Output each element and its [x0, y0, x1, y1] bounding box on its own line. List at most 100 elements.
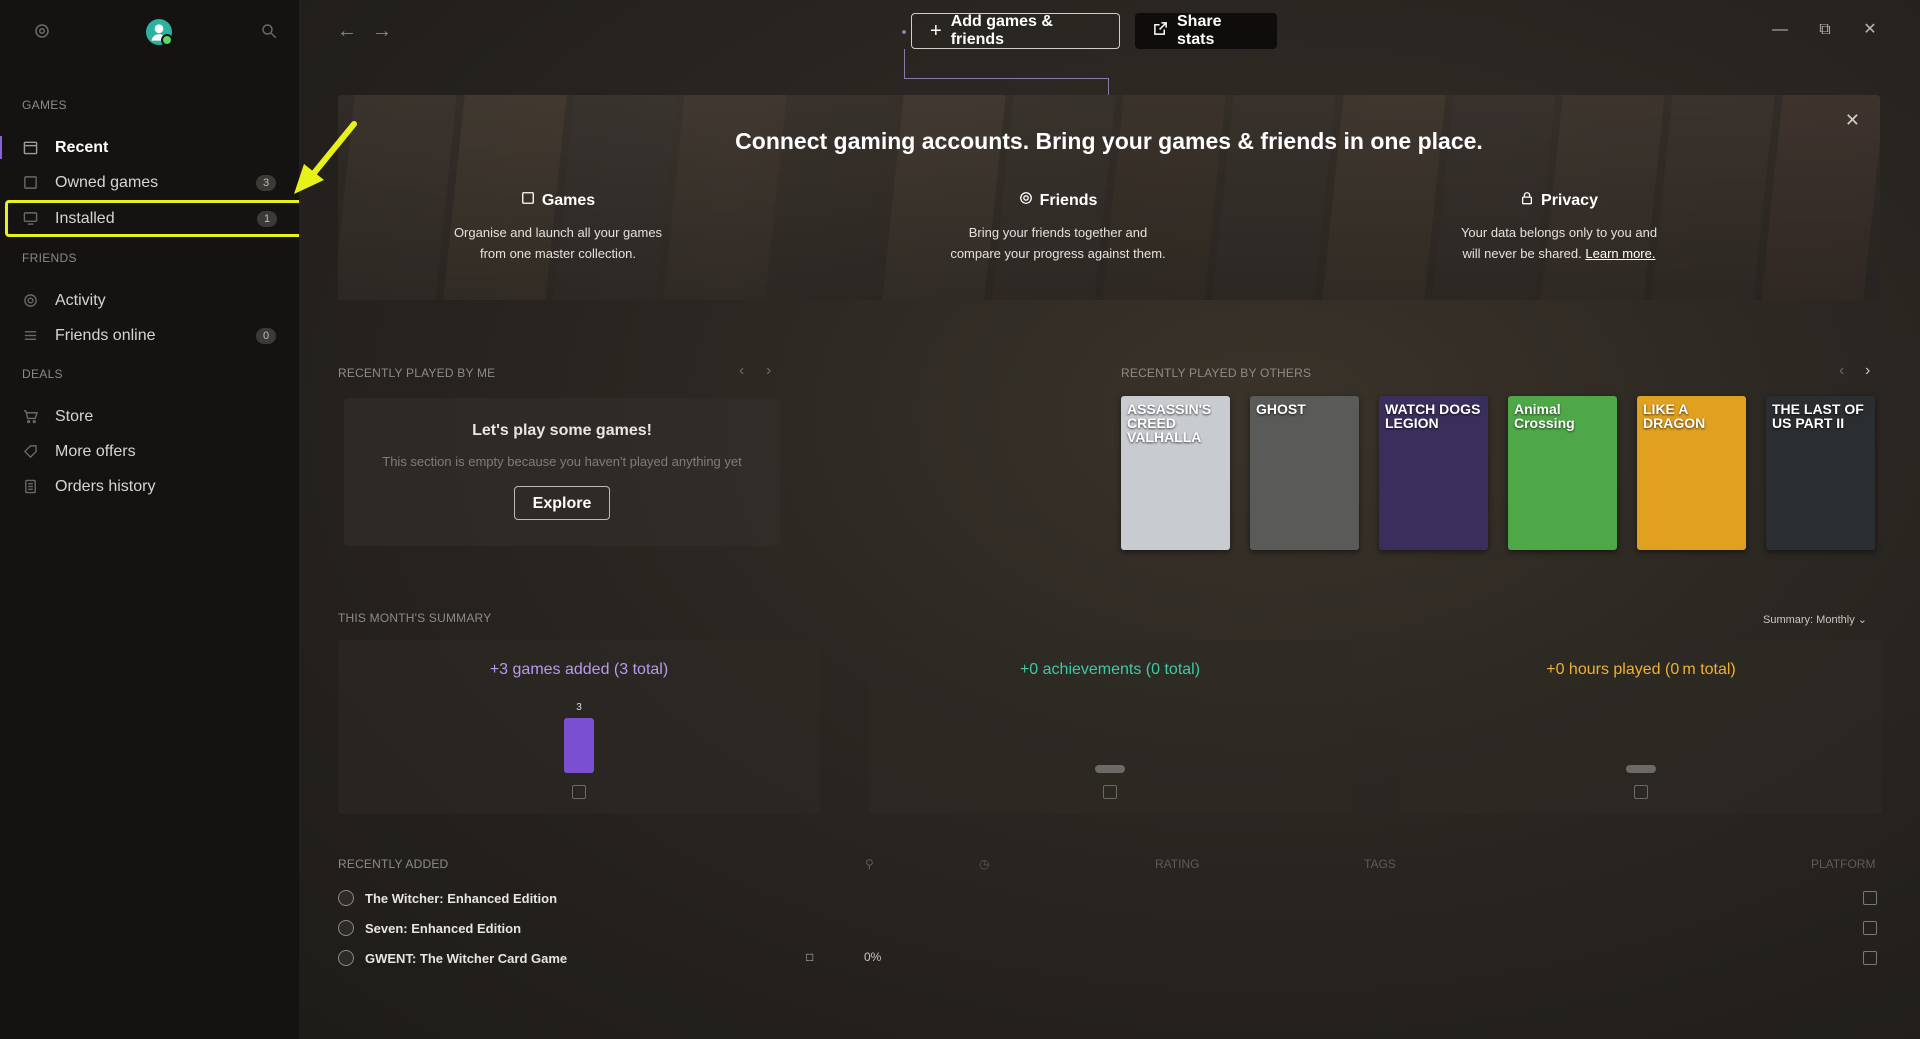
sidebar-item-label: Activity	[55, 291, 106, 309]
sidebar-top	[0, 0, 299, 62]
forward-arrow-icon[interactable]: →	[372, 21, 392, 41]
feature-privacy: Privacy Your data belongs only to you an…	[1409, 191, 1709, 264]
clock-icon[interactable]: ◷	[979, 857, 989, 871]
count-badge: 0	[256, 328, 276, 344]
feature-friends: Friends Bring your friends together and …	[908, 191, 1208, 264]
count-badge: 1	[257, 211, 277, 227]
sidebar-item-label: Store	[55, 407, 94, 425]
section-games: GAMES	[22, 98, 67, 112]
restore-icon[interactable]: ⧉	[1815, 20, 1835, 40]
empty-bar	[1626, 765, 1656, 773]
topbar: ← → + Add games & friends Share stats — …	[299, 0, 1920, 62]
summary-title: +3 games added (3 total)	[489, 661, 669, 678]
platform-icon	[1863, 951, 1877, 965]
back-arrow-icon[interactable]: ←	[337, 21, 357, 41]
platform-icon	[1863, 921, 1877, 935]
column-tags[interactable]: TAGS	[1364, 857, 1396, 871]
monitor-icon	[22, 211, 38, 227]
summary-selector[interactable]: Summary: Monthly ⌄	[1763, 613, 1867, 626]
summary-title: +0 achievements (0 total)	[1019, 661, 1201, 678]
search-icon[interactable]	[260, 22, 278, 40]
game-icon	[338, 890, 354, 906]
platform-icon	[1863, 891, 1877, 905]
games-added-card: +3 games added (3 total) 3	[338, 640, 820, 814]
empty-recent-card: Let's play some games! This section is e…	[344, 398, 780, 546]
list-icon	[22, 328, 38, 344]
sidebar-item-more-offers[interactable]: More offers	[0, 434, 299, 469]
feature-title: Games	[541, 191, 596, 209]
sidebar-item-friends-online[interactable]: Friends online 0	[0, 318, 299, 353]
game-cover[interactable]: ASSASSIN'S CREED VALHALLA	[1121, 396, 1230, 550]
empty-description: This section is empty because you haven'…	[382, 454, 742, 469]
cart-icon	[22, 409, 38, 425]
avatar[interactable]	[146, 19, 173, 46]
lock-icon	[1520, 191, 1534, 210]
connector-dot	[902, 30, 906, 34]
main-content: ← → + Add games & friends Share stats — …	[299, 0, 1920, 1039]
chart-icon	[1634, 785, 1648, 799]
banner-title: Connect gaming accounts. Bring your game…	[735, 128, 1483, 154]
achievements-card: +0 achievements (0 total)	[869, 640, 1351, 814]
activity-icon	[22, 293, 38, 309]
chevron-down-icon: ⌄	[1857, 614, 1867, 626]
square-icon	[22, 175, 38, 191]
game-cover[interactable]: WATCH DOGS LEGION	[1379, 396, 1488, 550]
gear-icon[interactable]	[33, 22, 51, 40]
game-cover[interactable]: Animal Crossing	[1508, 396, 1617, 550]
close-window-icon[interactable]: ✕	[1860, 20, 1880, 40]
prev-page-icon[interactable]: ‹	[1839, 362, 1844, 380]
minimize-icon[interactable]: —	[1770, 20, 1790, 40]
sidebar-item-label: More offers	[55, 442, 136, 460]
feature-description: Organise and launch all your games from …	[453, 225, 663, 261]
game-cover[interactable]: GHOST	[1250, 396, 1359, 550]
sidebar-item-installed[interactable]: Installed 1	[5, 200, 304, 237]
plus-icon: +	[930, 20, 942, 42]
sidebar-item-label: Installed	[55, 209, 115, 227]
list-item[interactable]: The Witcher: Enhanced Edition	[338, 887, 557, 909]
game-icon	[338, 920, 354, 936]
sidebar-item-label: Orders history	[55, 477, 156, 495]
sidebar-item-orders-history[interactable]: Orders history	[0, 469, 299, 504]
chart-icon	[572, 785, 586, 799]
sidebar-item-owned-games[interactable]: Owned games 3	[0, 165, 299, 200]
recently-played-me-heading: RECENTLY PLAYED BY ME	[338, 366, 496, 380]
game-cover[interactable]: THE LAST OF US PART II	[1766, 396, 1875, 550]
add-games-friends-button[interactable]: + Add games & friends	[911, 13, 1120, 49]
next-page-icon[interactable]: ›	[766, 362, 771, 380]
sidebar-item-activity[interactable]: Activity	[0, 283, 299, 318]
game-cover[interactable]: LIKE A DRAGON	[1637, 396, 1746, 550]
sidebar-item-label: Recent	[55, 138, 109, 156]
sidebar-item-recent[interactable]: Recent	[0, 130, 299, 165]
count-badge: 3	[256, 175, 276, 191]
feature-description: Your data belongs only to you and will n…	[1460, 225, 1658, 261]
list-item[interactable]: Seven: Enhanced Edition	[338, 917, 521, 939]
empty-title: Let's play some games!	[472, 422, 652, 439]
share-stats-button[interactable]: Share stats	[1135, 13, 1277, 49]
next-page-icon[interactable]: ›	[1865, 362, 1870, 380]
column-platform[interactable]: PLATFORM	[1811, 857, 1875, 871]
sidebar-item-label: Friends online	[55, 326, 156, 344]
feature-title: Friends	[1039, 191, 1098, 209]
calendar-icon	[22, 140, 38, 156]
column-rating[interactable]: RATING	[1155, 857, 1199, 871]
empty-bar	[1095, 765, 1125, 773]
comment-icon: □	[806, 950, 814, 964]
games-added-bar	[564, 718, 594, 773]
learn-more-link[interactable]: Learn more.	[1585, 246, 1655, 261]
explore-button[interactable]: Explore	[513, 486, 611, 520]
trophy-icon[interactable]: ⚲	[865, 857, 874, 871]
section-deals: DEALS	[22, 367, 63, 381]
sidebar-item-store[interactable]: Store	[0, 399, 299, 434]
list-item[interactable]: GWENT: The Witcher Card Game	[338, 947, 567, 969]
receipt-icon	[22, 479, 38, 495]
summary-heading: THIS MONTH'S SUMMARY	[338, 611, 492, 625]
feature-description: Bring your friends together and compare …	[950, 225, 1166, 261]
bar-value: 3	[576, 702, 582, 713]
connector-line	[904, 78, 1109, 79]
feature-title: Privacy	[1541, 191, 1598, 209]
chart-icon	[1103, 785, 1117, 799]
prev-page-icon[interactable]: ‹	[739, 362, 744, 380]
sidebar-item-label: Owned games	[55, 173, 159, 191]
sidebar: GAMES Recent Owned games 3 Installed 1 F…	[0, 0, 304, 1039]
user-icon	[151, 24, 167, 41]
